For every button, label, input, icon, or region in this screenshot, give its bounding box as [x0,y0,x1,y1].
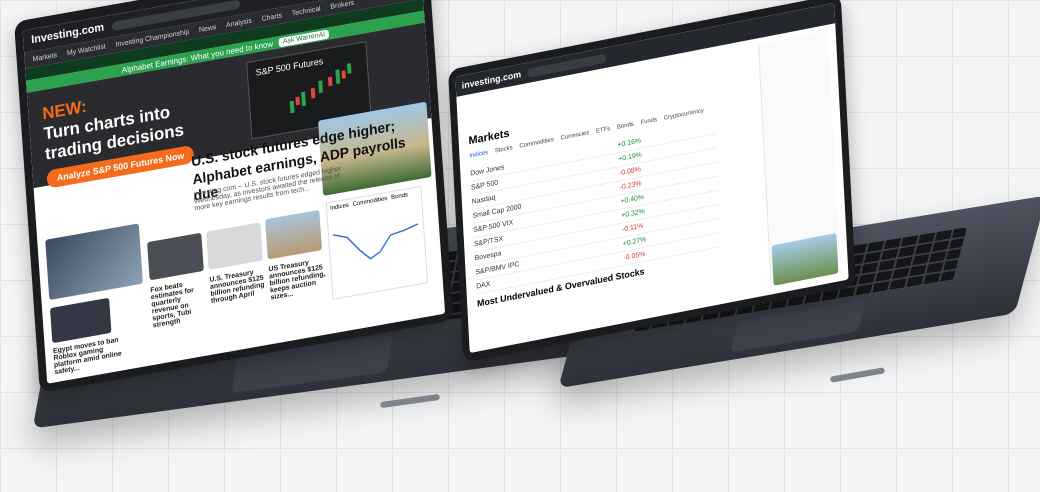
tab-stocks[interactable]: Stocks [495,145,513,154]
site-logo-right[interactable]: investing.com [461,69,521,91]
row-change: +0.40% [620,193,645,206]
tab-indices-right[interactable]: Indices [469,150,488,160]
row-change: +0.19% [618,151,642,164]
tab-bonds-right[interactable]: Bonds [617,122,634,131]
row-change: +0.16% [617,137,642,150]
markets-title: Markets [468,127,510,148]
row-change: -0.05% [623,250,646,263]
search-input-right[interactable] [526,53,606,78]
row-change: -0.11% [621,222,644,234]
tab-crypto[interactable]: Cryptocurrency [664,108,704,122]
right-hinge [829,367,886,383]
row-change: +0.27% [622,236,647,248]
tab-etfs[interactable]: ETFs [596,126,610,135]
tab-currencies[interactable]: Currencies [561,130,590,142]
row-change: -0.23% [619,180,642,192]
row-change: +0.32% [621,208,645,220]
right-laptop: investing.com Markets Indices Stocks Com… [0,0,1040,492]
tab-funds[interactable]: Funds [640,117,657,126]
row-change: -0.08% [618,166,642,178]
tab-commodities-right[interactable]: Commodities [519,137,554,150]
